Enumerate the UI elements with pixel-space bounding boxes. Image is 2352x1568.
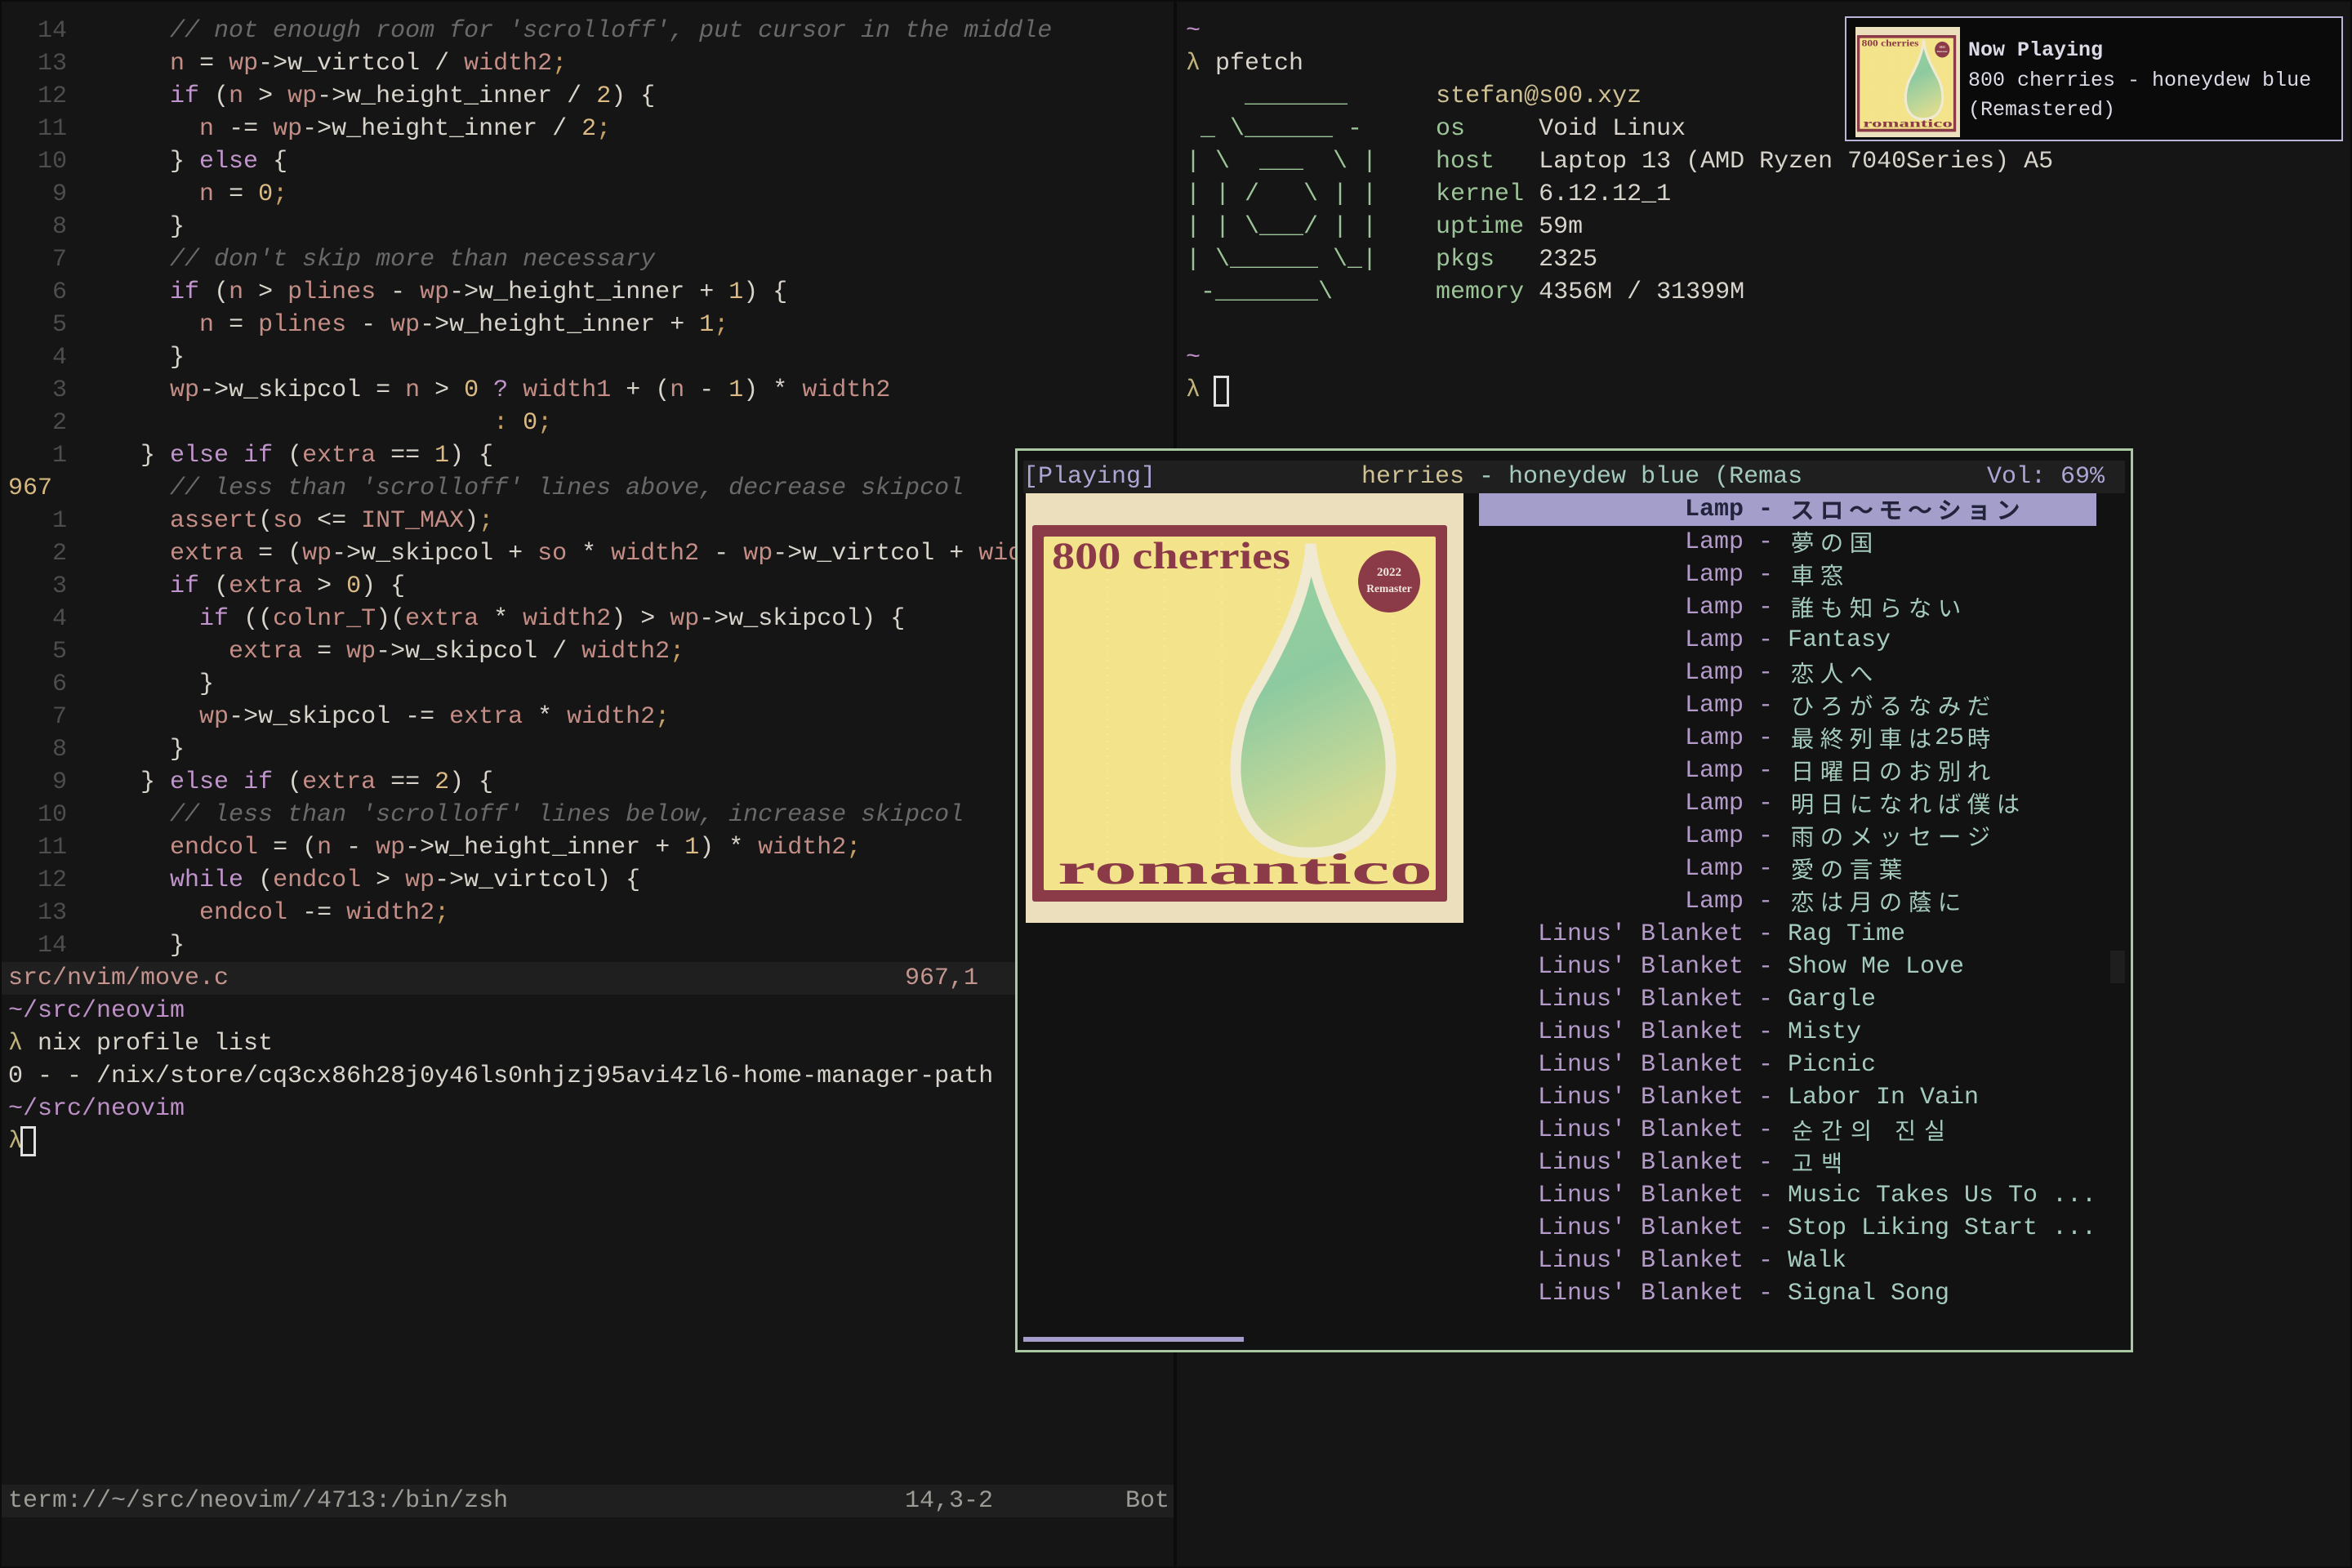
svg-text:Remaster: Remaster	[1937, 50, 1949, 53]
svg-text:romantico: romantico	[1863, 117, 1953, 130]
svg-text:800 cherries: 800 cherries	[1862, 38, 1919, 48]
svg-text:2022: 2022	[1940, 46, 1945, 49]
